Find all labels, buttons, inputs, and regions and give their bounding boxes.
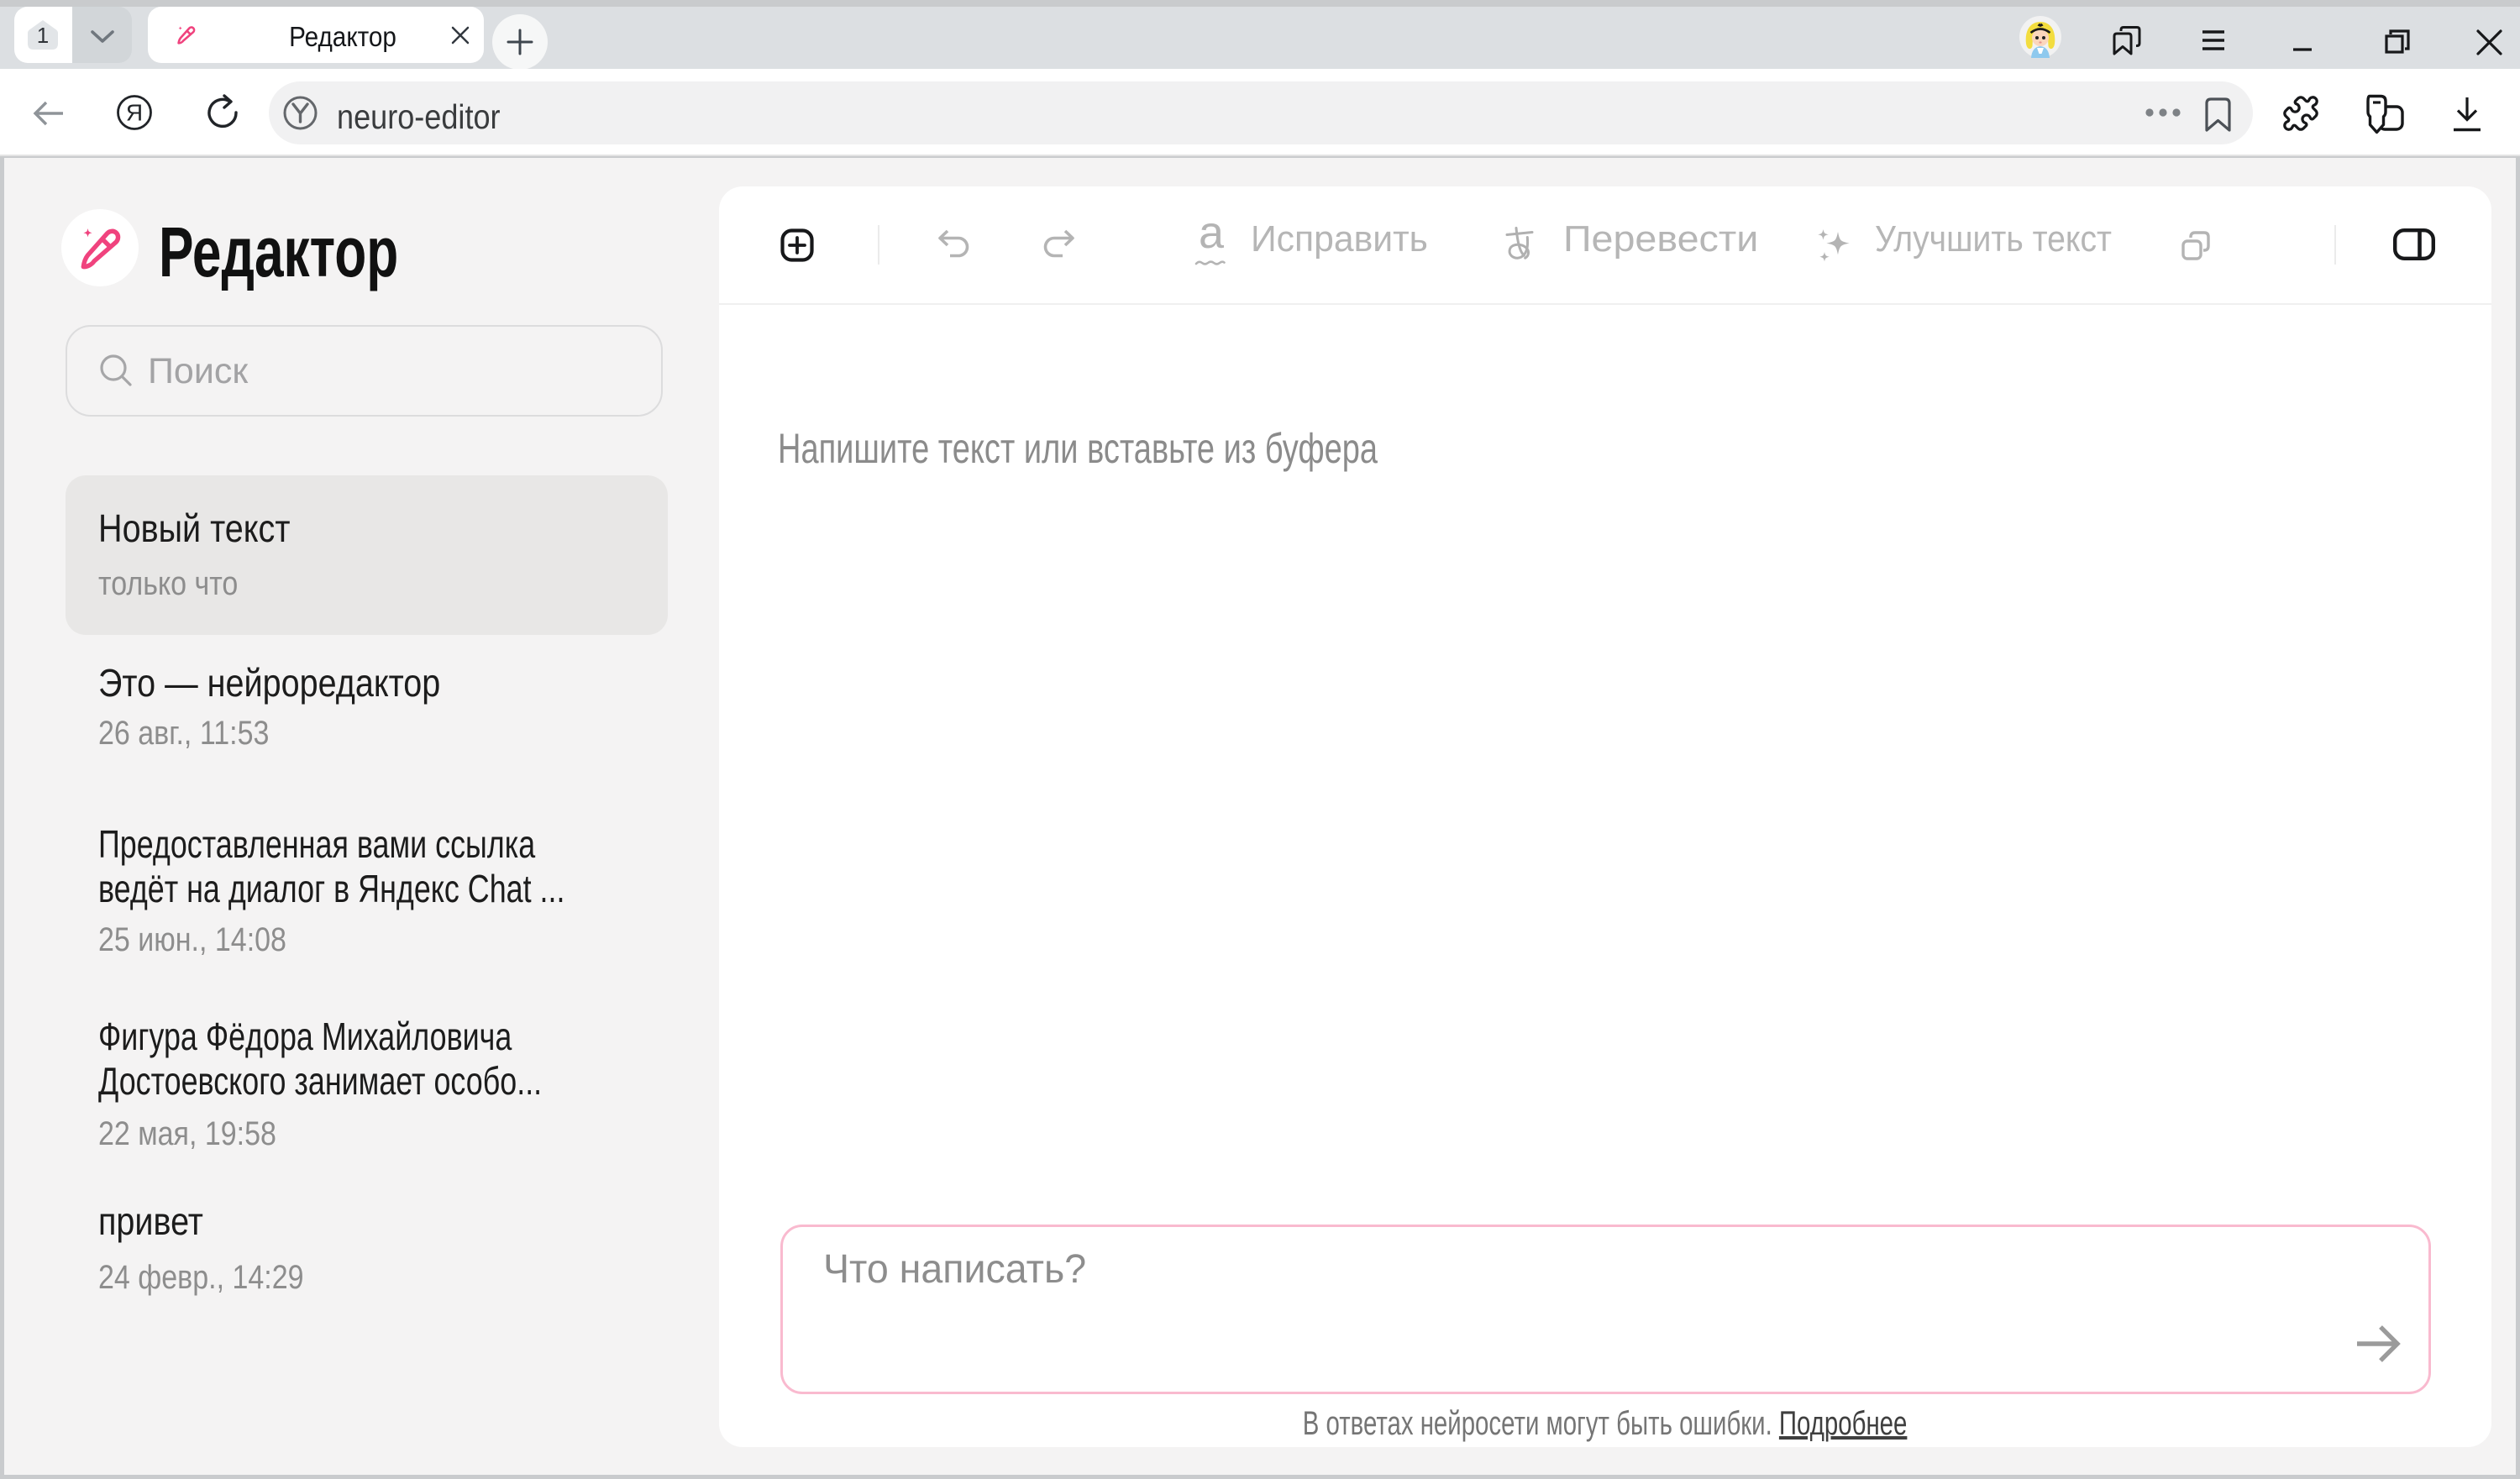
svg-text:1: 1 <box>37 23 49 48</box>
svg-text:Я: Я <box>126 100 143 126</box>
